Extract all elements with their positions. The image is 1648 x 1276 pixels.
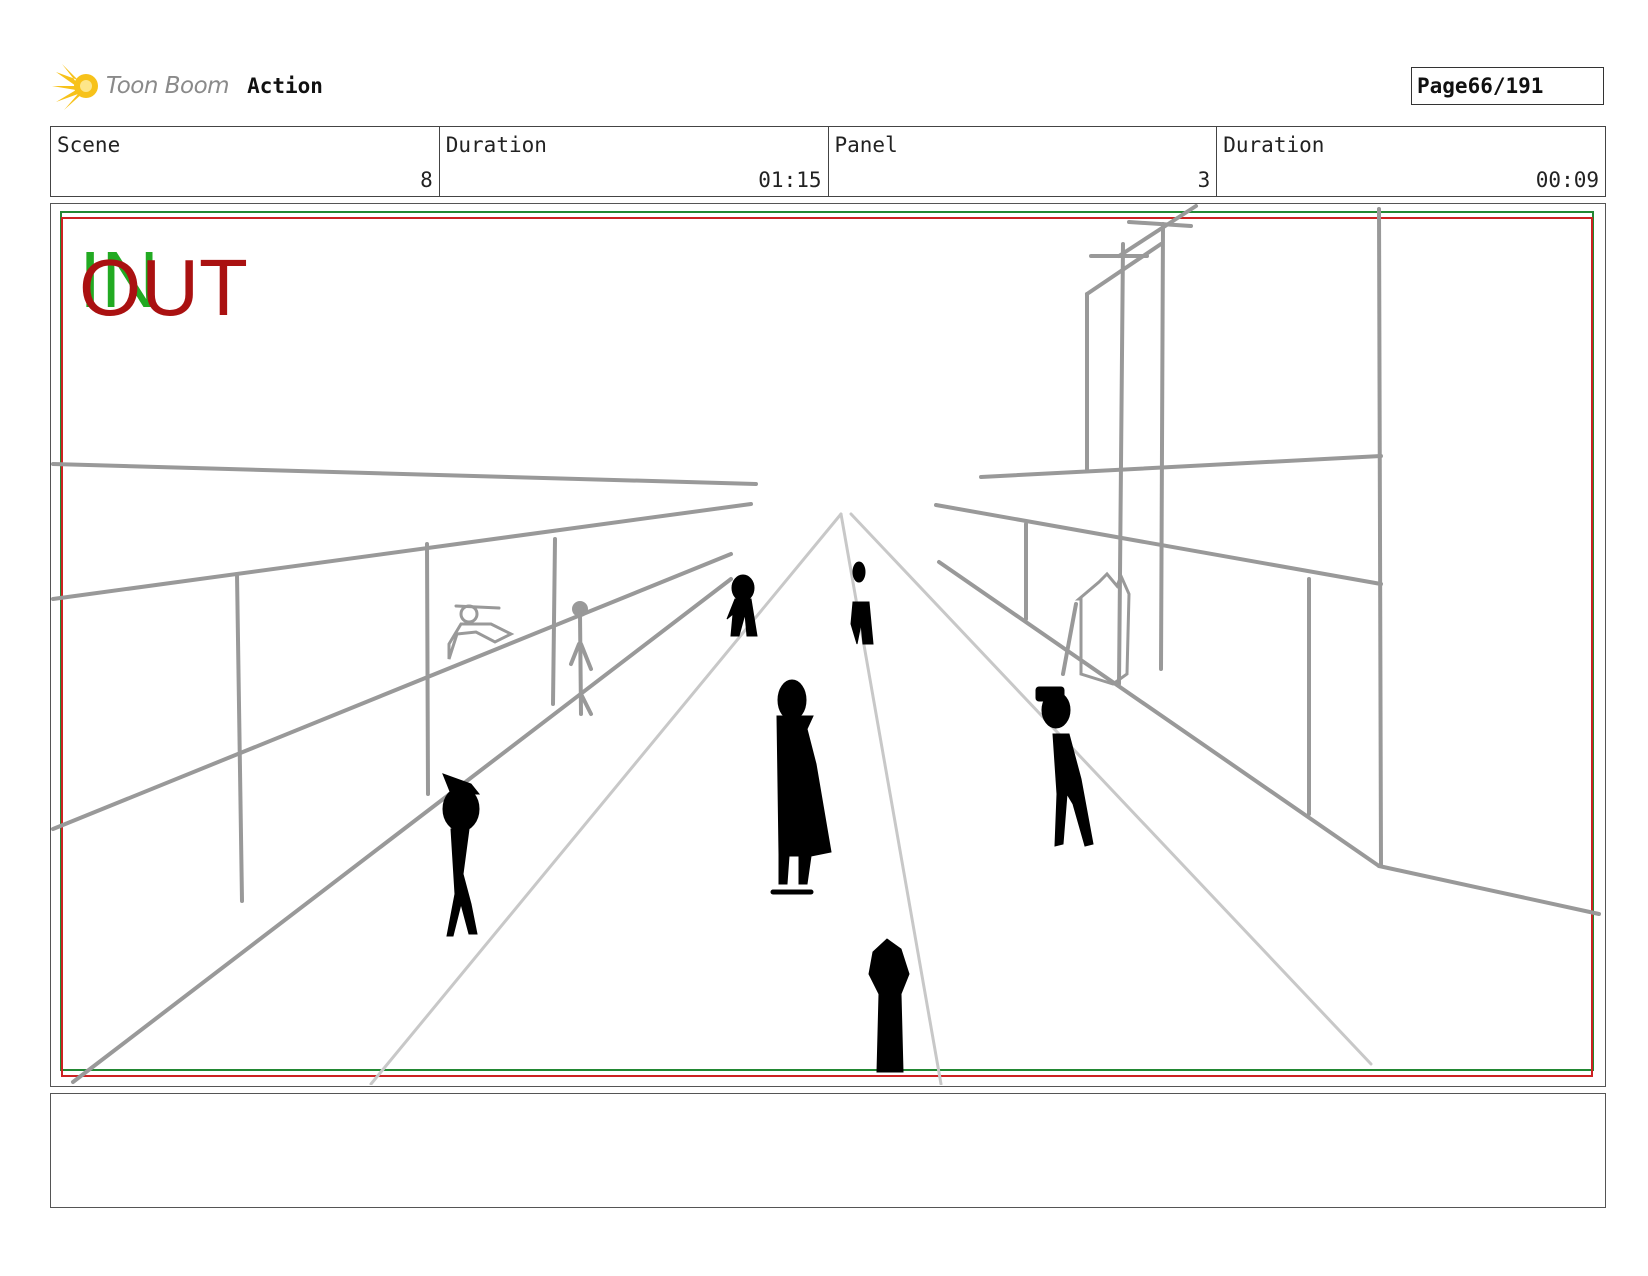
panel-duration-label: Duration	[1223, 133, 1325, 157]
panel-sketch	[51, 204, 1601, 1085]
panel-label: Panel	[834, 133, 898, 157]
notes-box[interactable]	[50, 1093, 1606, 1208]
page-label: Page	[1417, 74, 1468, 98]
panel-cell: Panel 3	[829, 127, 1218, 196]
info-strip: Scene 8 Duration 01:15 Panel 3 Duration …	[50, 126, 1606, 197]
in-out-markers: IN OUT	[79, 240, 279, 330]
scene-duration-value: 01:15	[758, 168, 822, 192]
page-number: 66/191	[1467, 74, 1544, 98]
marker-out: OUT	[79, 243, 248, 332]
panel-duration-value: 00:09	[1535, 168, 1599, 192]
road-perspective-lines	[369, 512, 1373, 1085]
scene-label: Scene	[57, 133, 121, 157]
scene-cell: Scene 8	[51, 127, 440, 196]
action-safe-frame	[61, 217, 1593, 1077]
logo-brand-text: Toon Boom	[106, 73, 230, 99]
app-name: Action	[247, 74, 323, 98]
scene-duration-label: Duration	[445, 133, 547, 157]
title-safe-frame	[60, 211, 1594, 1071]
panel-value: 3	[1197, 168, 1211, 192]
right-building-sketch	[934, 204, 1601, 916]
scene-value: 8	[420, 168, 433, 192]
storyboard-panel: IN OUT	[50, 203, 1606, 1087]
foreground-figures	[442, 561, 1094, 1073]
starburst-logo-icon	[52, 64, 98, 110]
toon-boom-logo: Toon Boom Action	[52, 58, 323, 114]
page-indicator: Page 66/191	[1411, 67, 1604, 105]
panel-duration-cell: Duration 00:09	[1217, 127, 1605, 196]
scene-duration-cell: Duration 01:15	[440, 127, 829, 196]
left-building-sketch	[51, 462, 758, 1084]
